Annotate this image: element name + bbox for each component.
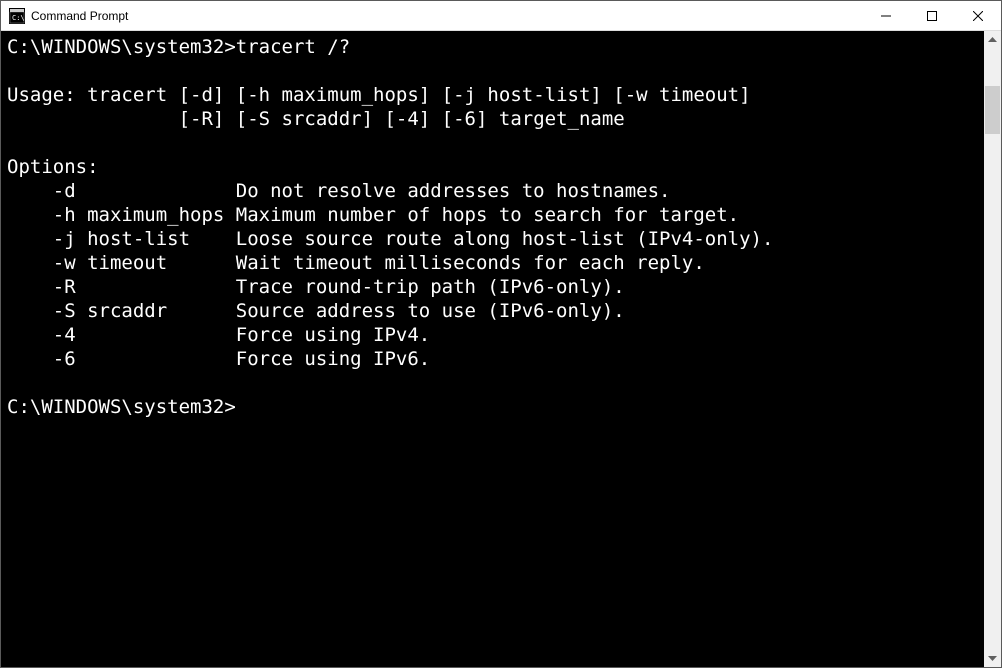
option-desc: Force using IPv6.	[236, 348, 430, 370]
option-desc: Trace round-trip path (IPv6-only).	[236, 276, 625, 298]
option-row: -dDo not resolve addresses to hostnames.	[7, 180, 670, 202]
cmd-icon: C:\	[9, 8, 25, 24]
option-row: -4Force using IPv4.	[7, 324, 430, 346]
svg-text:C:\: C:\	[12, 14, 25, 22]
option-flag: -4	[7, 323, 236, 347]
usage-line: [-R] [-S srcaddr] [-4] [-6] target_name	[7, 108, 625, 130]
scroll-thumb[interactable]	[985, 86, 1000, 134]
option-flag: -h maximum_hops	[7, 203, 236, 227]
option-flag: -j host-list	[7, 227, 236, 251]
minimize-button[interactable]	[863, 1, 909, 30]
prompt: C:\WINDOWS\system32>	[7, 396, 236, 418]
option-row: -h maximum_hopsMaximum number of hops to…	[7, 204, 739, 226]
entered-command: tracert /?	[236, 36, 350, 58]
scroll-up-arrow-icon[interactable]	[984, 31, 1001, 48]
option-flag: -6	[7, 347, 236, 371]
option-row: -6Force using IPv6.	[7, 348, 430, 370]
prompt-line: C:\WINDOWS\system32>tracert /?	[7, 36, 350, 58]
close-button[interactable]	[955, 1, 1001, 30]
option-desc: Loose source route along host-list (IPv4…	[236, 228, 774, 250]
vertical-scrollbar[interactable]	[984, 31, 1001, 667]
command-prompt-window: C:\ Command Prompt C:\WINDOWS\system32>t…	[0, 0, 1002, 668]
option-flag: -d	[7, 179, 236, 203]
option-flag: -w timeout	[7, 251, 236, 275]
prompt: C:\WINDOWS\system32>	[7, 36, 236, 58]
options-header: Options:	[7, 156, 99, 178]
window-title: Command Prompt	[31, 9, 863, 23]
window-controls	[863, 1, 1001, 30]
option-flag: -R	[7, 275, 236, 299]
option-desc: Do not resolve addresses to hostnames.	[236, 180, 671, 202]
option-desc: Maximum number of hops to search for tar…	[236, 204, 739, 226]
option-row: -w timeoutWait timeout milliseconds for …	[7, 252, 705, 274]
option-desc: Force using IPv4.	[236, 324, 430, 346]
option-row: -RTrace round-trip path (IPv6-only).	[7, 276, 625, 298]
option-row: -S srcaddrSource address to use (IPv6-on…	[7, 300, 625, 322]
maximize-button[interactable]	[909, 1, 955, 30]
scroll-down-arrow-icon[interactable]	[984, 650, 1001, 667]
titlebar[interactable]: C:\ Command Prompt	[1, 1, 1001, 31]
usage-line: Usage: tracert [-d] [-h maximum_hops] [-…	[7, 84, 751, 106]
terminal-output[interactable]: C:\WINDOWS\system32>tracert /? Usage: tr…	[1, 31, 984, 667]
option-desc: Wait timeout milliseconds for each reply…	[236, 252, 705, 274]
option-row: -j host-listLoose source route along hos…	[7, 228, 773, 250]
client-area: C:\WINDOWS\system32>tracert /? Usage: tr…	[1, 31, 1001, 667]
option-flag: -S srcaddr	[7, 299, 236, 323]
option-desc: Source address to use (IPv6-only).	[236, 300, 625, 322]
